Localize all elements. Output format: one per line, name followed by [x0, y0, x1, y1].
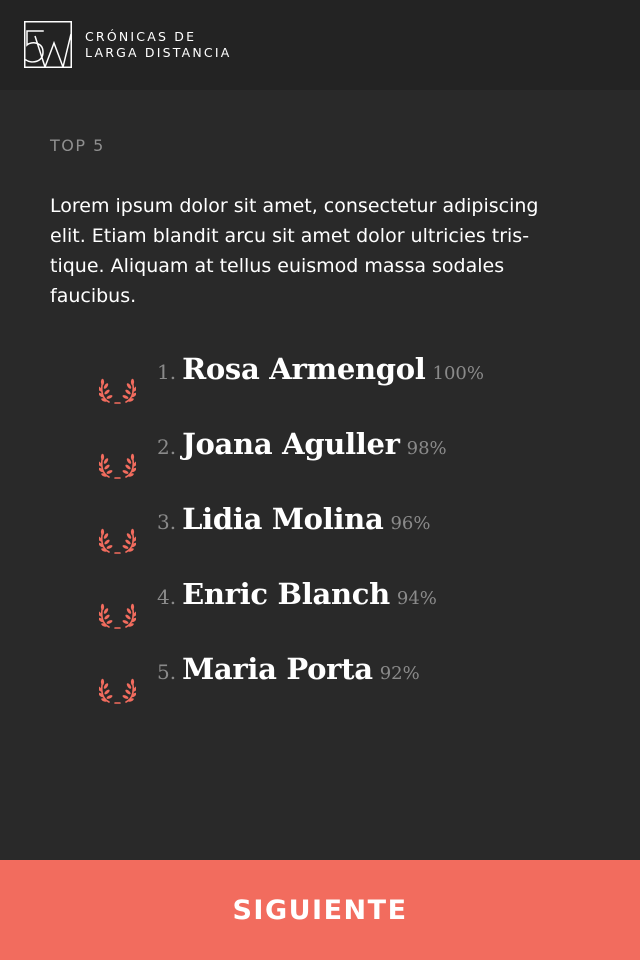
rank-percentage: 100% [432, 363, 484, 384]
rank-name: Rosa Armengol [182, 352, 426, 386]
logo-5w-icon[interactable]: 5W [24, 21, 72, 68]
intro-paragraph: Lorem ipsum dolor sit amet, consectetur … [50, 191, 595, 311]
intro-line: Lorem ipsum dolor sit amet, consectetur … [50, 195, 539, 217]
rank-percentage: 98% [406, 438, 447, 459]
brand-title: CRÓNICAS DE LARGA DISTANCIA [85, 29, 231, 61]
laurel-icon [99, 602, 136, 629]
rank-number: 3. [157, 510, 177, 534]
rank-percentage: 92% [379, 663, 420, 684]
intro-line: faucibus. [50, 285, 137, 307]
rank-name: Maria Porta [182, 652, 373, 686]
laurel-icon [99, 377, 136, 404]
intro-line: tique. Aliquam at tellus euismod massa s… [50, 255, 505, 277]
brand-line-2: LARGA DISTANCIA [85, 45, 232, 60]
laurel-icon [99, 452, 136, 479]
section-label: TOP 5 [50, 136, 105, 155]
rank-name: Lidia Molina [182, 502, 384, 536]
rank-number: 5. [157, 660, 177, 684]
rank-name: Enric Blanch [182, 577, 390, 611]
ranking-item: 3. Lidia Molina 96% [99, 502, 619, 577]
ranking-item: 2. Joana Aguller 98% [99, 427, 619, 502]
rank-number: 1. [157, 360, 177, 384]
ranking-item: 4. Enric Blanch 94% [99, 577, 619, 652]
ranking-list: 1. Rosa Armengol 100% 2. Joana Aguller 9… [99, 352, 619, 727]
ranking-item: 1. Rosa Armengol 100% [99, 352, 619, 427]
rank-percentage: 94% [396, 588, 437, 609]
laurel-icon [99, 677, 136, 704]
intro-line: elit. Etiam blandit arcu sit amet dolor … [50, 225, 530, 247]
laurel-icon [99, 527, 136, 554]
rank-number: 4. [157, 585, 177, 609]
brand-line-1: CRÓNICAS DE [85, 29, 197, 44]
ranking-item: 5. Maria Porta 92% [99, 652, 619, 727]
rank-name: Joana Aguller [182, 427, 400, 461]
rank-percentage: 96% [390, 513, 431, 534]
next-button[interactable]: SIGUIENTE [0, 860, 640, 960]
rank-number: 2. [157, 435, 177, 459]
app-header: 5W CRÓNICAS DE LARGA DISTANCIA [0, 0, 640, 90]
